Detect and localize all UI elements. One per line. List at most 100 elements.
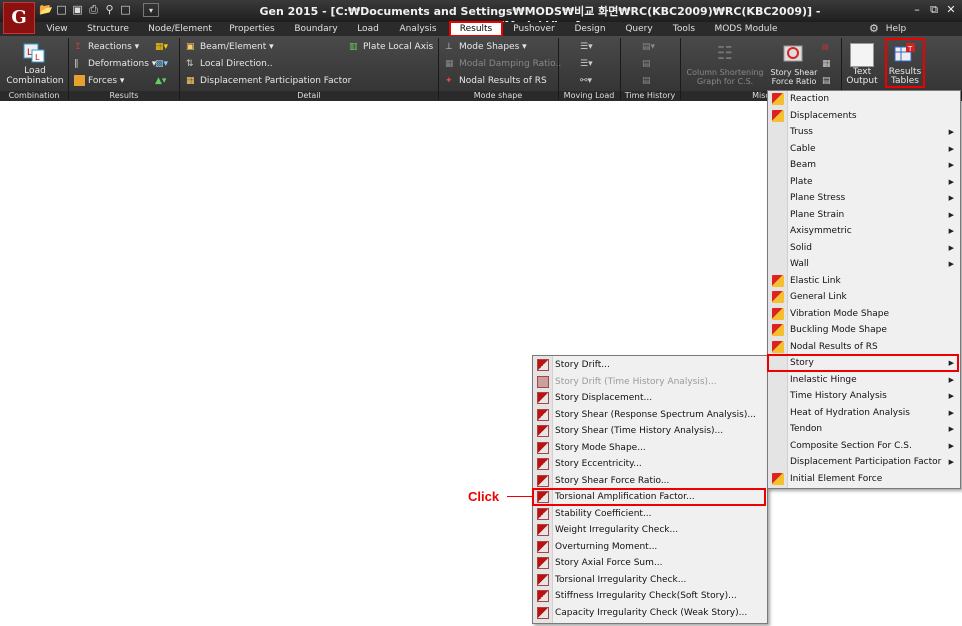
results-menu-item-beam[interactable]: Beam ▶ (768, 157, 958, 173)
menu-load[interactable]: Load (352, 23, 384, 35)
results-menu-item-initial-element-force[interactable]: Initial Element Force (768, 471, 958, 487)
menu-query[interactable]: Query (620, 23, 658, 35)
time-history-3-icon[interactable]: ▤ (642, 75, 651, 87)
menu-item-label: General Link (790, 292, 847, 302)
results-menu-item-displacements[interactable]: Displacements (768, 108, 958, 124)
misc-extra-3-icon[interactable]: ▤ (822, 75, 831, 87)
results-menu-item-elastic-link[interactable]: Elastic Link (768, 273, 958, 289)
results-menu-item-vibration-mode-shape[interactable]: Vibration Mode Shape (768, 306, 958, 322)
results-menu-item-composite-section-for-c-s[interactable]: Composite Section For C.S. ▶ (768, 438, 958, 454)
local-direction-button[interactable]: ⇅ Local Direction.. (186, 58, 273, 70)
story-menu-item-torsional-amplification-factor[interactable]: Torsional Amplification Factor... (532, 488, 766, 506)
open-folder-icon[interactable]: 📂 (39, 3, 53, 17)
menu-design[interactable]: Design (570, 23, 610, 35)
nodal-results-rs-button[interactable]: ✦ Nodal Results of RS (445, 75, 547, 87)
results-menu-item-story[interactable]: Story ▶ (767, 354, 959, 372)
results-menu-item-time-history-analysis[interactable]: Time History Analysis ▶ (768, 388, 958, 404)
results-menu-item-plane-stress[interactable]: Plane Stress ▶ (768, 190, 958, 206)
story-menu-item-weight-irregularity-check[interactable]: Weight Irregularity Check... (533, 522, 765, 538)
menu-item-label: Story (790, 358, 814, 368)
story-menu-item-capacity-irregularity-check-weak-story[interactable]: Capacity Irregularity Check (Weak Story)… (533, 605, 765, 621)
help-menu[interactable]: Help (884, 23, 908, 35)
story-menu-item-story-drift[interactable]: Story Drift... (533, 357, 765, 373)
result-extra-2-icon[interactable]: ▧▾ (155, 58, 168, 70)
story-menu-item-story-shear-response-spectrum-analysis[interactable]: Story Shear (Response Spectrum Analysis)… (533, 407, 765, 423)
print-icon[interactable]: ⎙ (87, 3, 100, 17)
story-menu-item-story-axial-force-sum[interactable]: Story Axial Force Sum... (533, 555, 765, 571)
deformations-button[interactable]: ∥ Deformations ▾ (74, 58, 156, 70)
story-table-icon (537, 540, 549, 553)
displacement-participation-button[interactable]: ▦ Displacement Participation Factor (186, 75, 351, 87)
results-menu-item-tendon[interactable]: Tendon ▶ (768, 421, 958, 437)
moving-load-2-icon[interactable]: ☰▾ (580, 58, 593, 70)
mode-shapes-button[interactable]: ⊥ Mode Shapes ▾ (445, 41, 527, 53)
story-table-icon (537, 425, 549, 437)
new-file-icon[interactable]: □ (55, 3, 68, 17)
column-shortening-button[interactable]: Column Shortening Graph for C.S. (684, 68, 766, 86)
result-extra-1-icon[interactable]: ▦▾ (155, 41, 168, 53)
results-menu-item-plane-strain[interactable]: Plane Strain ▶ (768, 207, 958, 223)
results-menu-item-nodal-results-of-rs[interactable]: Nodal Results of RS (768, 339, 958, 355)
time-history-2-icon[interactable]: ▤ (642, 58, 651, 70)
results-menu-item-general-link[interactable]: General Link (768, 289, 958, 305)
modal-damping-ratio-button[interactable]: ▦ Modal Damping Ratio.. (445, 58, 561, 70)
qat-customize-icon[interactable]: ▾ (143, 3, 159, 17)
story-menu-item-stiffness-irregularity-check-soft-story[interactable]: Stiffness Irregularity Check(Soft Story)… (533, 588, 765, 604)
reactions-button[interactable]: ↥ Reactions ▾ (74, 41, 139, 53)
story-menu-item-story-shear-force-ratio[interactable]: Story Shear Force Ratio... (533, 473, 765, 489)
misc-extra-2-icon[interactable]: ▦ (822, 58, 831, 70)
menu-mods-module[interactable]: MODS Module (712, 23, 780, 35)
menu-node-element[interactable]: Node/Element (146, 23, 214, 35)
results-menu-item-heat-of-hydration-analysis[interactable]: Heat of Hydration Analysis ▶ (768, 405, 958, 421)
results-menu-item-reaction[interactable]: Reaction (768, 91, 958, 107)
nodal-rs-icon (772, 340, 784, 353)
story-menu-item-stability-coefficient[interactable]: Stability Coefficient... (533, 506, 765, 522)
menu-pushover[interactable]: Pushover (508, 23, 560, 35)
menu-properties[interactable]: Properties (224, 23, 280, 35)
story-table-icon (537, 573, 549, 586)
menu-view[interactable]: View (38, 23, 76, 35)
results-menu-item-cable[interactable]: Cable ▶ (768, 141, 958, 157)
menu-tools[interactable]: Tools (666, 23, 702, 35)
menu-analysis[interactable]: Analysis (394, 23, 442, 35)
story-menu-item-story-eccentricity[interactable]: Story Eccentricity... (533, 456, 765, 472)
story-menu-item-overturning-moment[interactable]: Overturning Moment... (533, 539, 765, 555)
print-preview-icon[interactable]: ⚲ (103, 3, 116, 17)
result-extra-3-icon[interactable]: ▲▾ (155, 75, 166, 87)
forces-button[interactable]: Forces ▾ (74, 75, 124, 87)
close-icon[interactable]: ✕ (944, 3, 958, 17)
app-logo-icon[interactable]: G (3, 2, 35, 34)
results-menu-item-plate[interactable]: Plate ▶ (768, 174, 958, 190)
results-menu-item-buckling-mode-shape[interactable]: Buckling Mode Shape (768, 322, 958, 338)
menu-structure[interactable]: Structure (82, 23, 134, 35)
menu-item-label: Nodal Results of RS (790, 341, 878, 352)
misc-extra-1-icon[interactable]: ▤ (822, 41, 829, 53)
story-menu-item-story-shear-time-history-analysis[interactable]: Story Shear (Time History Analysis)... (533, 423, 765, 439)
results-menu-item-axisymmetric[interactable]: Axisymmetric ▶ (768, 223, 958, 239)
moving-load-3-icon[interactable]: ⚯▾ (580, 75, 592, 87)
plate-local-axis-button[interactable]: ▥ Plate Local Axis (349, 41, 433, 53)
nodal-results-icon: ✦ (445, 76, 453, 86)
results-menu-item-wall[interactable]: Wall ▶ (768, 256, 958, 272)
restore-icon[interactable]: ⧉ (927, 3, 941, 17)
minimize-icon[interactable]: – (910, 3, 924, 17)
save-icon[interactable]: ▣ (71, 3, 84, 17)
menu-results[interactable]: Results (449, 21, 503, 37)
results-menu-item-inelastic-hinge[interactable]: Inelastic Hinge ▶ (768, 372, 958, 388)
results-menu-item-solid[interactable]: Solid ▶ (768, 240, 958, 256)
beam-element-button[interactable]: ▣ Beam/Element ▾ (186, 41, 274, 53)
time-history-1-icon[interactable]: ▤▾ (642, 41, 655, 53)
results-menu-item-truss[interactable]: Truss ▶ (768, 124, 958, 140)
blank-page-icon[interactable]: □ (119, 3, 132, 17)
story-table-icon (537, 392, 549, 404)
load-combination-button[interactable]: Load Combination (6, 66, 64, 86)
story-menu-item-story-displacement[interactable]: Story Displacement... (533, 390, 765, 406)
story-menu-item-torsional-irregularity-check[interactable]: Torsional Irregularity Check... (533, 572, 765, 588)
story-menu-item-story-mode-shape[interactable]: Story Mode Shape... (533, 440, 765, 456)
results-menu-item-displacement-participation-factor[interactable]: Displacement Participation Factor ▶ (768, 454, 958, 470)
story-shear-force-ratio-button[interactable]: Story Shear Force Ratio (767, 68, 821, 86)
gear-icon[interactable]: ⚙ (869, 23, 879, 35)
menu-boundary[interactable]: Boundary (290, 23, 342, 35)
text-output-button[interactable]: Text Output (843, 68, 881, 86)
moving-load-1-icon[interactable]: ☰▾ (580, 41, 593, 53)
